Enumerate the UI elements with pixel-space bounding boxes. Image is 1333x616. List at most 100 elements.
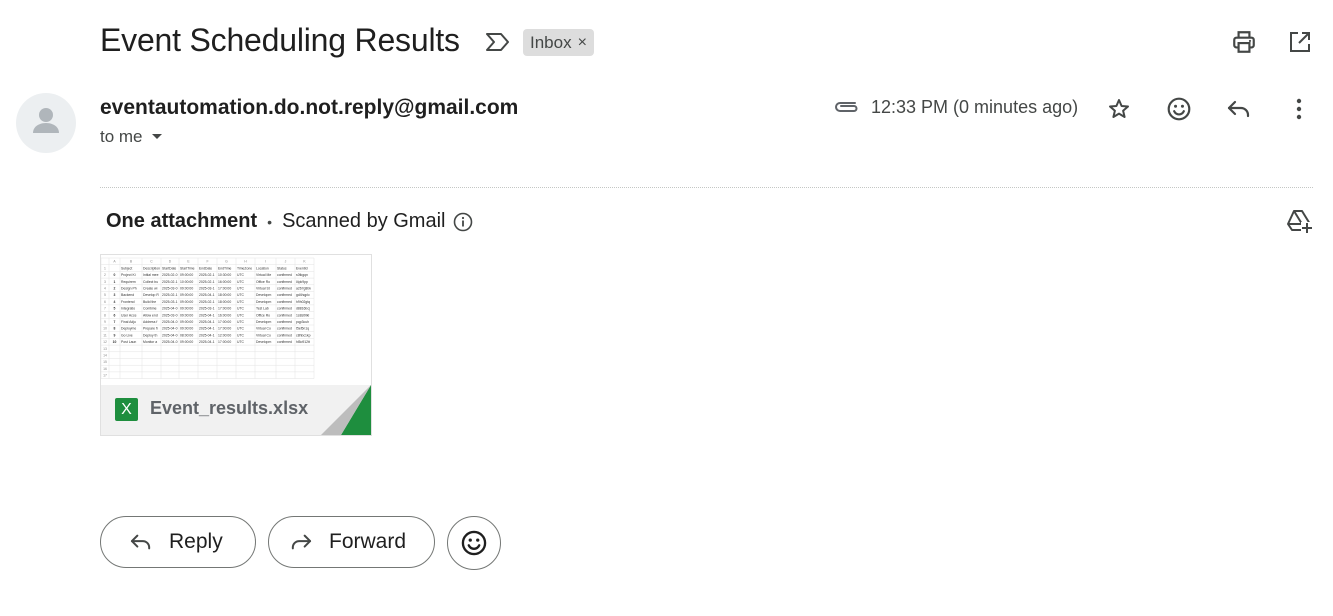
reply-icon-button[interactable] xyxy=(1223,93,1255,125)
data-cell: confirmed xyxy=(277,293,292,297)
data-cell: 2025-04-1 xyxy=(199,313,215,317)
attachment-card[interactable]: A B C D E F G H I J K 1 2 3 4 5 6 7 8 9 10 11 12 13 14 15 16 17 Subj… xyxy=(100,254,372,436)
data-cell: confirmed xyxy=(277,313,292,317)
more-options-button[interactable] xyxy=(1283,93,1315,125)
data-cell: Allow end xyxy=(143,313,158,317)
header-cell: Subject xyxy=(121,266,132,270)
data-cell: Virtual St xyxy=(256,287,270,291)
data-cell: 2025-04-0 xyxy=(162,340,178,344)
data-cell: 2025-04-0 xyxy=(162,307,178,311)
data-cell: 09:00:00 xyxy=(180,307,193,311)
data-cell: Initial mee xyxy=(143,273,159,277)
data-cell: Monitor a xyxy=(143,340,157,344)
data-cell: Developm xyxy=(256,293,271,297)
data-cell: Backend xyxy=(121,293,134,297)
row-number: 2 xyxy=(104,273,106,277)
row-number: 11 xyxy=(103,333,107,337)
print-button[interactable] xyxy=(1228,26,1260,58)
row-number: 7 xyxy=(104,307,106,311)
info-icon[interactable] xyxy=(453,212,473,232)
page-fold-corner xyxy=(321,385,371,435)
forward-button[interactable]: Forward xyxy=(268,516,435,568)
data-cell: Office Ro xyxy=(256,280,270,284)
column-letter: I xyxy=(265,260,266,264)
index-cell: 10 xyxy=(113,340,117,344)
email-subject: Event Scheduling Results xyxy=(100,22,460,58)
data-cell: 17:00:00 xyxy=(218,307,231,311)
sender-email[interactable]: eventautomation.do.not.reply@gmail.com xyxy=(100,96,518,120)
data-cell: Address f xyxy=(143,320,157,324)
add-reaction-button[interactable] xyxy=(1163,93,1195,125)
data-cell: Virtual Co xyxy=(256,333,271,337)
data-cell: 18:00:00 xyxy=(218,300,231,304)
data-cell: 2025-03-0 xyxy=(162,313,178,317)
header-cell: StartTime xyxy=(180,266,195,270)
importance-marker-icon[interactable] xyxy=(484,30,512,54)
separator-dot: • xyxy=(267,213,273,230)
data-cell: UTC xyxy=(237,280,245,284)
index-cell: 7 xyxy=(114,320,116,324)
data-cell: t5el5n1q xyxy=(296,327,309,331)
data-cell: 17:00:00 xyxy=(218,327,231,331)
star-icon xyxy=(1109,99,1129,118)
header-cell: EventId xyxy=(296,266,308,270)
row-number: 8 xyxy=(104,313,106,317)
row-number: 9 xyxy=(104,320,106,324)
data-cell: Virtual Co xyxy=(256,327,271,331)
index-cell: 5 xyxy=(114,307,116,311)
data-cell: 2025-04-0 xyxy=(162,327,178,331)
data-cell: 16:00:00 xyxy=(218,280,231,284)
spreadsheet-preview-grid: A B C D E F G H I J K1234567891011121314151617Subj… xyxy=(101,257,315,379)
open-in-new-window-button[interactable] xyxy=(1284,26,1316,58)
column-letter: H xyxy=(244,260,247,264)
header-cell: TimeZone xyxy=(237,266,252,270)
data-cell: 2025-04-0 xyxy=(162,333,178,337)
data-cell: Deploy th xyxy=(143,333,157,337)
data-cell: Office Ro xyxy=(256,313,270,317)
data-cell: UTC xyxy=(237,293,245,297)
index-cell: 6 xyxy=(114,313,116,317)
label-text: Inbox xyxy=(530,32,572,52)
add-to-drive-button[interactable] xyxy=(1284,207,1314,235)
index-cell: 4 xyxy=(114,300,116,304)
index-cell: 8 xyxy=(114,327,116,331)
data-cell: 17:00:00 xyxy=(218,340,231,344)
recipient-details[interactable]: to me xyxy=(100,127,163,147)
section-divider xyxy=(100,187,1313,188)
data-cell: gd4hqplc xyxy=(296,293,310,297)
emoji-reaction-button[interactable] xyxy=(447,516,501,570)
data-cell: 2025-02-1 xyxy=(199,280,215,284)
data-cell: 2025-02-1 xyxy=(199,300,215,304)
row-number: 4 xyxy=(104,287,106,291)
data-cell: s0tkgqn xyxy=(296,273,308,277)
emoji-smile-icon xyxy=(1167,97,1191,121)
star-button[interactable] xyxy=(1103,93,1135,125)
reply-button[interactable]: Reply xyxy=(100,516,256,568)
data-cell: 12:00:00 xyxy=(218,333,231,337)
inbox-label-chip: Inbox × xyxy=(523,29,594,56)
row-number: 3 xyxy=(104,280,106,284)
data-cell: confirmed xyxy=(277,287,292,291)
row-number: 5 xyxy=(104,293,106,297)
data-cell: UTC xyxy=(237,287,245,291)
sender-avatar[interactable] xyxy=(16,93,76,153)
data-cell: Combine xyxy=(143,307,157,311)
data-cell: Develop R xyxy=(143,293,159,297)
data-cell: Final Adju xyxy=(121,320,136,324)
paperclip-icon xyxy=(833,96,861,118)
row-number: 13 xyxy=(103,347,107,351)
data-cell: Virtual Me xyxy=(256,273,271,277)
data-cell: 17:00:00 xyxy=(218,320,231,324)
data-cell: 2025-04-0 xyxy=(162,320,178,324)
data-cell: UTC xyxy=(237,340,245,344)
remove-label-button[interactable]: × xyxy=(578,34,587,52)
data-cell: Go Live xyxy=(121,333,133,337)
data-cell: 18:00:00 xyxy=(218,293,231,297)
data-cell: 16:00:00 xyxy=(218,313,231,317)
data-cell: confirmed xyxy=(277,340,292,344)
data-cell: Post Laun xyxy=(121,340,136,344)
data-cell: Build the xyxy=(143,300,156,304)
row-number: 17 xyxy=(103,374,107,378)
column-letter: E xyxy=(187,260,190,264)
column-letter: F xyxy=(206,260,208,264)
